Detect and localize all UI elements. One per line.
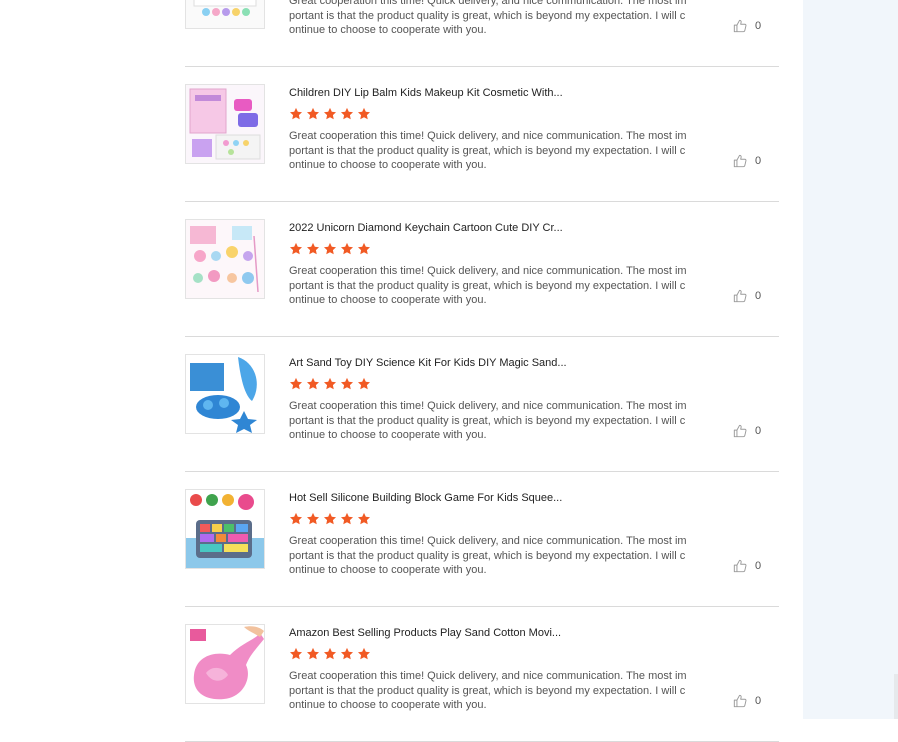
product-thumbnail[interactable] <box>185 0 265 29</box>
review-text: Great cooperation this time! Quick deliv… <box>289 265 687 306</box>
like-count: 0 <box>755 155 762 167</box>
star-icon <box>289 242 303 255</box>
star-icon <box>289 377 303 390</box>
review-item: Amazon Best Selling Products Play Sand C… <box>185 607 779 742</box>
review-text: Great cooperation this time! Quick deliv… <box>289 400 687 441</box>
star-icon <box>340 512 354 525</box>
star-icon <box>357 512 371 525</box>
review-item: Children DIY Lip Balm Kids Makeup Kit Co… <box>185 67 779 202</box>
star-icon <box>340 242 354 255</box>
rating-stars <box>289 377 371 391</box>
product-thumbnail[interactable] <box>185 489 265 569</box>
star-icon <box>340 107 354 120</box>
product-title[interactable]: Art Sand Toy DIY Science Kit For Kids DI… <box>289 356 569 370</box>
product-thumbnail[interactable] <box>185 219 265 299</box>
review-item: Art Sand Toy DIY Science Kit For Kids DI… <box>185 337 779 472</box>
star-icon <box>289 647 303 660</box>
rating-stars <box>289 242 371 256</box>
star-icon <box>306 377 320 390</box>
blue-sand-kit-image <box>186 355 264 433</box>
like-button[interactable]: 0 <box>733 19 761 33</box>
product-title[interactable]: Hot Sell Silicone Building Block Game Fo… <box>289 491 569 505</box>
review-text: Great cooperation this time! Quick deliv… <box>289 130 687 171</box>
product-thumbnail[interactable] <box>185 354 265 434</box>
product-title[interactable]: Children DIY Lip Balm Kids Makeup Kit Co… <box>289 86 569 100</box>
thumbs-up-icon <box>733 424 747 438</box>
lip-balm-kit-image <box>186 85 264 163</box>
star-icon <box>340 647 354 660</box>
star-icon <box>323 107 337 120</box>
pink-slime-image <box>186 625 264 703</box>
star-icon <box>357 242 371 255</box>
product-title[interactable]: Amazon Best Selling Products Play Sand C… <box>289 626 569 640</box>
unicorn-keychain-image <box>186 220 264 298</box>
star-icon <box>323 242 337 255</box>
like-button[interactable]: 0 <box>733 424 761 438</box>
like-button[interactable]: 0 <box>733 289 761 303</box>
like-button[interactable]: 0 <box>733 694 761 708</box>
like-button[interactable]: 0 <box>733 559 761 573</box>
like-count: 0 <box>755 290 762 302</box>
review-item: Hot Sell Silicone Building Block Game Fo… <box>185 472 779 607</box>
thumbs-up-icon <box>733 694 747 708</box>
star-icon <box>340 377 354 390</box>
review-text: Great cooperation this time! Quick deliv… <box>289 535 687 576</box>
like-count: 0 <box>755 20 762 32</box>
unicorn-paint-kit-image <box>186 0 264 28</box>
thumbs-up-icon <box>733 559 747 573</box>
star-icon <box>289 107 303 120</box>
thumbs-up-icon <box>733 289 747 303</box>
review-text: Great cooperation this time! Quick deliv… <box>289 0 687 36</box>
star-icon <box>289 512 303 525</box>
star-icon <box>323 512 337 525</box>
rating-stars <box>289 512 371 526</box>
like-count: 0 <box>755 425 762 437</box>
star-icon <box>323 647 337 660</box>
review-text: Great cooperation this time! Quick deliv… <box>289 670 687 711</box>
product-thumbnail[interactable] <box>185 624 265 704</box>
rating-stars <box>289 647 371 661</box>
review-item: 2022 Unicorn Diamond Keychain Cartoon Cu… <box>185 202 779 337</box>
like-count: 0 <box>755 560 762 572</box>
silicone-block-game-image <box>186 490 264 568</box>
star-icon <box>357 377 371 390</box>
review-list: Great cooperation this time! Quick deliv… <box>185 0 779 742</box>
star-icon <box>306 242 320 255</box>
star-icon <box>306 512 320 525</box>
like-button[interactable]: 0 <box>733 154 761 168</box>
star-icon <box>323 377 337 390</box>
window-edge <box>894 674 898 719</box>
thumbs-up-icon <box>733 154 747 168</box>
star-icon <box>357 107 371 120</box>
star-icon <box>357 647 371 660</box>
star-icon <box>306 107 320 120</box>
review-item: Great cooperation this time! Quick deliv… <box>185 0 779 67</box>
thumbs-up-icon <box>733 19 747 33</box>
right-side-panel <box>803 0 898 719</box>
rating-stars <box>289 107 371 121</box>
like-count: 0 <box>755 695 762 707</box>
product-thumbnail[interactable] <box>185 84 265 164</box>
star-icon <box>306 647 320 660</box>
product-title[interactable]: 2022 Unicorn Diamond Keychain Cartoon Cu… <box>289 221 569 235</box>
